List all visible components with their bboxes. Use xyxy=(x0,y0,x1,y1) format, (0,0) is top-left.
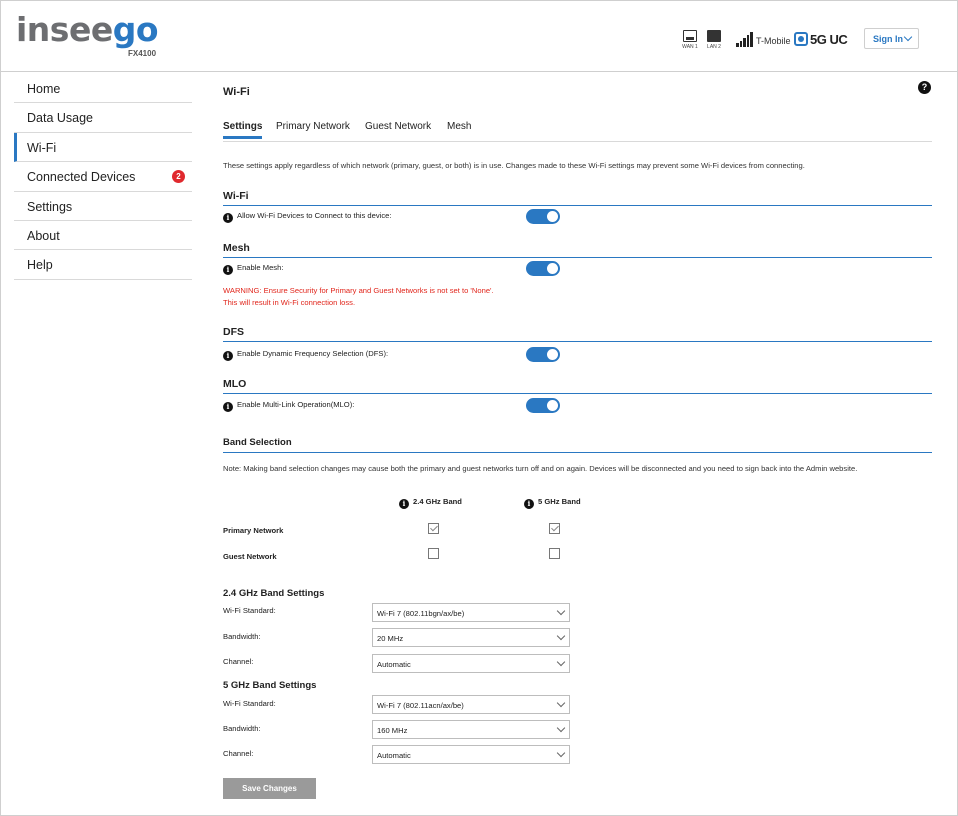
band-24-header: i 2.4 GHz Band xyxy=(399,497,462,509)
dfs-enable-toggle[interactable] xyxy=(526,347,560,362)
sidebar-item-data-usage[interactable]: Data Usage xyxy=(14,103,192,133)
band24-channel-select[interactable]: Automatic xyxy=(372,654,570,673)
settings-description: These settings apply regardless of which… xyxy=(223,161,805,170)
device-count-badge: 2 xyxy=(172,170,185,184)
mesh-warning: WARNING: Ensure Security for Primary and… xyxy=(223,286,494,307)
sidebar-item-home[interactable]: Home xyxy=(14,74,192,104)
sidebar-nav: Home Data Usage Wi-Fi Connected Devices 2… xyxy=(14,74,192,280)
sidebar-item-help[interactable]: Help xyxy=(14,250,192,280)
guest-5ghz-checkbox[interactable] xyxy=(549,548,560,559)
band5-settings-title: 5 GHz Band Settings xyxy=(223,680,317,691)
band5-channel-select[interactable]: Automatic xyxy=(372,745,570,764)
band5-standard-label: Wi-Fi Standard: xyxy=(223,699,276,708)
band-row-guest-label: Guest Network xyxy=(223,552,277,561)
band5-channel-label: Channel: xyxy=(223,749,254,758)
save-changes-button[interactable]: Save Changes xyxy=(223,778,316,799)
section-divider xyxy=(223,341,932,342)
chevron-down-icon xyxy=(556,606,566,616)
help-icon[interactable]: ? xyxy=(918,81,931,94)
chevron-down-icon xyxy=(556,723,566,733)
tab-bar: Settings Primary Network Guest Network M… xyxy=(223,121,932,142)
band5-bandwidth-label: Bandwidth: xyxy=(223,724,261,733)
sidebar-item-wifi[interactable]: Wi-Fi xyxy=(14,132,192,163)
band-selection-note: Note: Making band selection changes may … xyxy=(223,464,858,473)
sidebar-item-settings[interactable]: Settings xyxy=(14,192,192,221)
band24-channel-label: Channel: xyxy=(223,657,254,666)
section-divider xyxy=(223,452,932,453)
info-icon[interactable]: i xyxy=(399,499,409,509)
section-title-mesh: Mesh xyxy=(223,242,250,254)
chevron-down-icon xyxy=(556,631,566,641)
main-content: Wi-Fi ? Settings Primary Network Guest N… xyxy=(223,0,933,816)
section-title-mlo: MLO xyxy=(223,378,247,390)
section-title-band-selection: Band Selection xyxy=(223,437,292,448)
tab-mesh[interactable]: Mesh xyxy=(447,121,471,132)
section-divider xyxy=(223,257,932,258)
info-icon[interactable]: i xyxy=(223,402,233,412)
section-divider xyxy=(223,205,932,206)
band24-standard-label: Wi-Fi Standard: xyxy=(223,606,276,615)
mesh-enable-label: i Enable Mesh: xyxy=(223,263,283,275)
wifi-allow-label: i Allow Wi-Fi Devices to Connect to this … xyxy=(223,211,391,223)
band24-bandwidth-label: Bandwidth: xyxy=(223,632,261,641)
primary-24ghz-checkbox[interactable] xyxy=(428,523,439,534)
band24-bandwidth-select[interactable]: 20 MHz xyxy=(372,628,570,647)
tab-primary-network[interactable]: Primary Network xyxy=(276,121,350,132)
dfs-enable-label: i Enable Dynamic Frequency Selection (DFS… xyxy=(223,349,388,361)
band24-settings-title: 2.4 GHz Band Settings xyxy=(223,588,325,599)
band24-standard-select[interactable]: Wi-Fi 7 (802.11bgn/ax/be) xyxy=(372,603,570,622)
chevron-down-icon xyxy=(556,698,566,708)
info-icon[interactable]: i xyxy=(223,351,233,361)
tab-settings[interactable]: Settings xyxy=(223,121,263,139)
device-model: FX4100 xyxy=(128,49,157,58)
band-row-primary-label: Primary Network xyxy=(223,526,284,535)
band5-bandwidth-select[interactable]: 160 MHz xyxy=(372,720,570,739)
primary-5ghz-checkbox[interactable] xyxy=(549,523,560,534)
info-icon[interactable]: i xyxy=(223,213,233,223)
inseego-logo[interactable]: inseego xyxy=(16,10,159,49)
mlo-enable-label: i Enable Multi-Link Operation(MLO): xyxy=(223,400,354,412)
band-5-header: i5 GHz Band xyxy=(524,497,581,509)
section-title-wifi: Wi-Fi xyxy=(223,190,249,202)
section-divider xyxy=(223,393,932,394)
mesh-enable-toggle[interactable] xyxy=(526,261,560,276)
section-title-dfs: DFS xyxy=(223,326,244,338)
info-icon[interactable]: i xyxy=(223,265,233,275)
sidebar-item-about[interactable]: About xyxy=(14,221,192,251)
chevron-down-icon xyxy=(556,657,566,667)
info-icon[interactable]: i xyxy=(524,499,534,509)
mlo-enable-toggle[interactable] xyxy=(526,398,560,413)
band5-standard-select[interactable]: Wi-Fi 7 (802.11acn/ax/be) xyxy=(372,695,570,714)
guest-24ghz-checkbox[interactable] xyxy=(428,548,439,559)
sidebar-item-connected-devices[interactable]: Connected Devices 2 xyxy=(14,162,192,192)
chevron-down-icon xyxy=(556,748,566,758)
wifi-allow-toggle[interactable] xyxy=(526,209,560,224)
tab-guest-network[interactable]: Guest Network xyxy=(365,121,431,132)
page-title: Wi-Fi xyxy=(223,86,250,98)
